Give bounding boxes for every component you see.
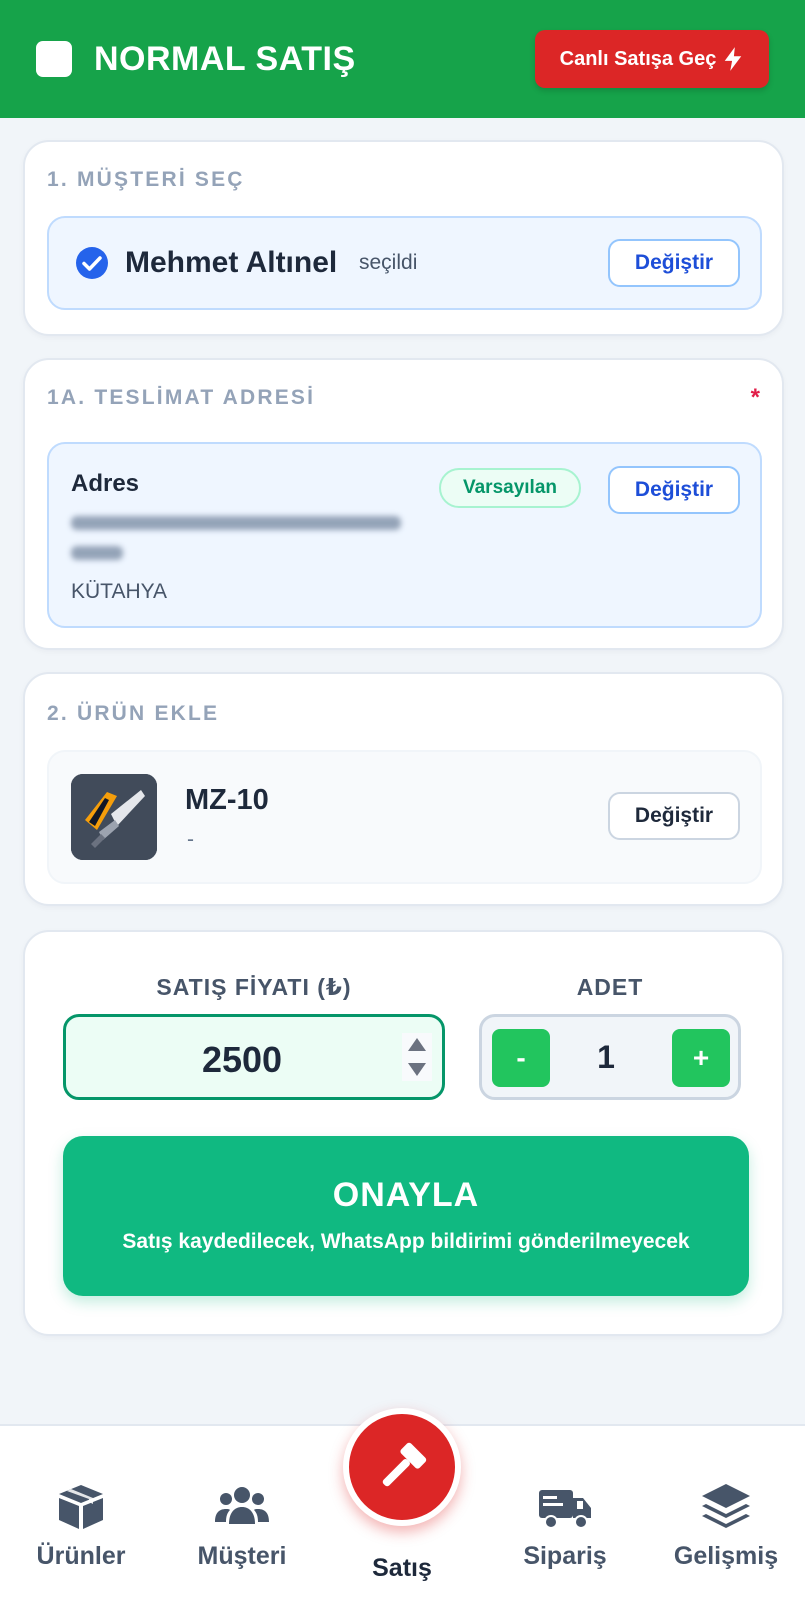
- users-icon: [215, 1487, 269, 1524]
- customer-card: 1. MÜŞTERİ SEÇ Mehmet Altınel seçildi De…: [23, 140, 784, 336]
- address-card: 1A. TESLİMAT ADRESİ * Adres Varsayılan D…: [23, 358, 784, 650]
- bolt-icon: [725, 47, 742, 71]
- product-image: [71, 774, 157, 860]
- confirm-button[interactable]: ONAYLA Satış kaydedilecek, WhatsApp bild…: [63, 1136, 749, 1296]
- default-badge: Varsayılan: [439, 468, 581, 508]
- truck-icon: [539, 1490, 591, 1529]
- nav-label-customers: Müşteri: [197, 1542, 287, 1570]
- address-section-title: 1A. TESLİMAT ADRESİ: [47, 386, 316, 409]
- customer-name: Mehmet Altınel: [125, 246, 338, 279]
- top-header: NORMAL SATIŞ Canlı Satışa Geç: [0, 0, 805, 118]
- nav-label-advanced: Gelişmiş: [673, 1542, 779, 1570]
- confirm-subtitle: Satış kaydedilecek, WhatsApp bildirimi g…: [122, 1230, 690, 1253]
- page-title: NORMAL SATIŞ: [94, 39, 356, 78]
- quantity-increase-button[interactable]: +: [672, 1029, 730, 1087]
- nav-item-orders[interactable]: Sipariş: [490, 1482, 640, 1571]
- change-address-button[interactable]: Değiştir: [608, 466, 740, 514]
- product-subtitle: -: [187, 828, 194, 851]
- required-mark: *: [750, 384, 760, 411]
- product-name: MZ-10: [185, 784, 269, 816]
- address-title: Adres: [71, 470, 140, 497]
- confirm-title: ONAYLA: [332, 1176, 480, 1214]
- sale-card: SATIŞ FİYATI (₺) ADET 2500 - 1 + ONAYLA …: [23, 930, 784, 1336]
- live-sale-button[interactable]: Canlı Satışa Geç: [535, 30, 769, 88]
- header-checkbox[interactable]: [36, 41, 72, 77]
- quantity-value[interactable]: 1: [562, 1039, 650, 1076]
- price-label: SATIŞ FİYATI (₺): [156, 974, 352, 1000]
- nav-label-products: Ürünler: [36, 1542, 126, 1570]
- price-spinner-icon[interactable]: [402, 1033, 432, 1081]
- quantity-label: ADET: [576, 974, 644, 1000]
- check-circle-icon: [76, 247, 108, 279]
- address-city: KÜTAHYA: [71, 580, 168, 603]
- address-box[interactable]: Adres Varsayılan Değiştir KÜTAHYA: [47, 442, 762, 628]
- product-card: 2. ÜRÜN EKLE MZ-10 - Değiştir: [23, 672, 784, 906]
- gavel-icon: [382, 1442, 427, 1487]
- box-icon: [59, 1485, 103, 1529]
- nav-item-advanced[interactable]: Gelişmiş: [651, 1482, 801, 1571]
- blurred-address-lines: [71, 516, 401, 560]
- nav-label-sale: Satış: [372, 1554, 432, 1582]
- live-sale-label: Canlı Satışa Geç: [559, 47, 717, 70]
- price-input[interactable]: 2500: [63, 1014, 445, 1100]
- selected-product-box: MZ-10 - Değiştir: [47, 750, 762, 884]
- change-customer-button[interactable]: Değiştir: [608, 239, 740, 287]
- nav-item-products[interactable]: Ürünler: [6, 1482, 156, 1571]
- change-product-button[interactable]: Değiştir: [608, 792, 740, 840]
- customer-section-title: 1. MÜŞTERİ SEÇ: [47, 168, 245, 191]
- customer-status: seçildi: [359, 251, 418, 274]
- bottom-navigation: Ürünler Müşteri Satış Sipariş Gelişmiş: [0, 1408, 805, 1620]
- nav-item-sale[interactable]: [343, 1408, 461, 1526]
- selected-customer-box: Mehmet Altınel seçildi Değiştir: [47, 216, 762, 310]
- price-value: 2500: [201, 1039, 283, 1080]
- nav-item-customers[interactable]: Müşteri: [167, 1482, 317, 1571]
- layers-icon: [702, 1484, 750, 1528]
- nav-label-orders: Sipariş: [523, 1542, 607, 1570]
- quantity-decrease-button[interactable]: -: [492, 1029, 550, 1087]
- quantity-stepper: - 1 +: [479, 1014, 741, 1100]
- product-section-title: 2. ÜRÜN EKLE: [47, 702, 220, 725]
